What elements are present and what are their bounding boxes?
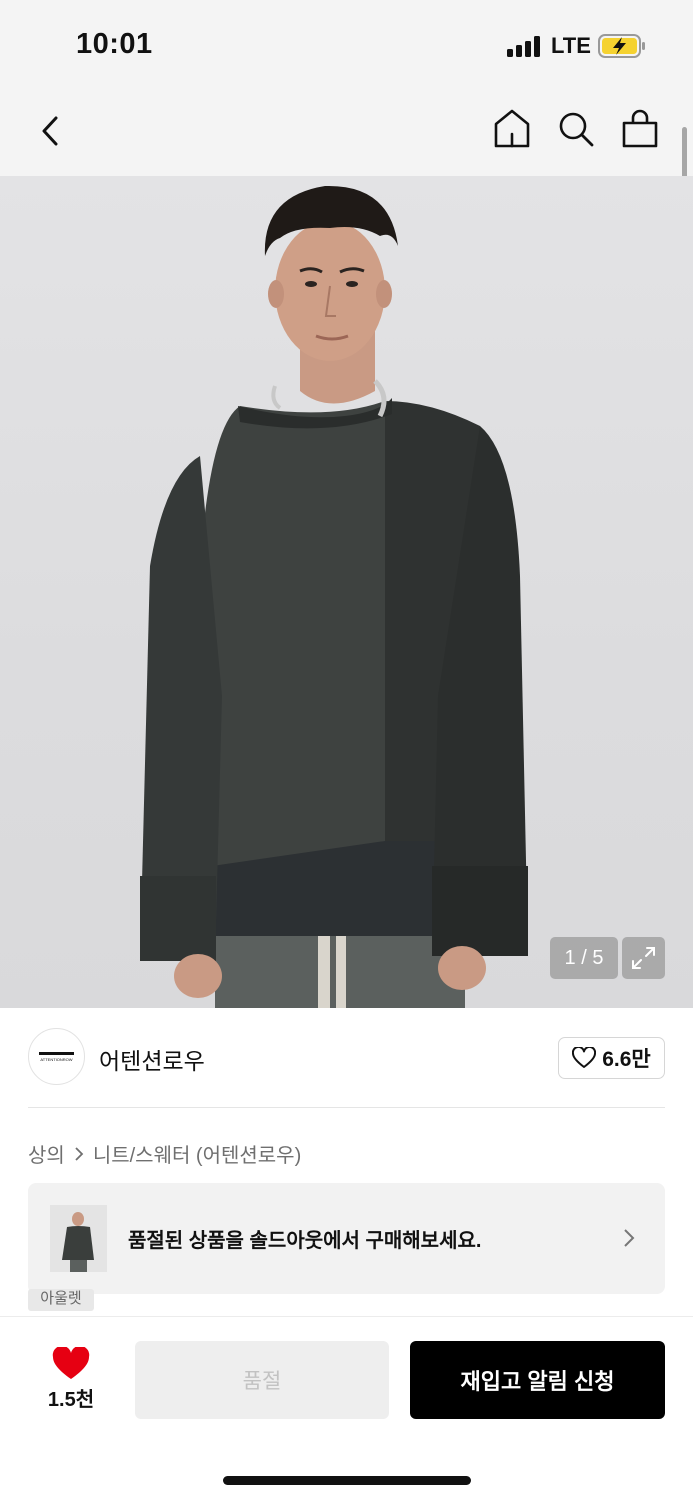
network-label: LTE — [551, 33, 591, 58]
breadcrumb-subcategory[interactable]: 니트/스웨터 (어텐션로우) — [93, 1139, 301, 1168]
chevron-right-icon — [621, 1226, 637, 1250]
image-counter: 1 / 5 — [550, 937, 618, 979]
banner-thumbnail — [50, 1205, 107, 1272]
bottom-action-bar: 1.5천 품절 재입고 알림 신청 — [0, 1316, 693, 1500]
heart-outline-icon — [572, 1047, 597, 1068]
brand-row[interactable]: ATTENTIONROW 어텐션로우 6.6만 — [28, 1028, 665, 1088]
breadcrumb-category[interactable]: 상의 — [28, 1139, 65, 1168]
shopping-bag-icon[interactable] — [620, 108, 660, 150]
outlet-tag: 아울렛 — [28, 1289, 94, 1311]
brand-logo[interactable]: ATTENTIONROW — [28, 1028, 85, 1085]
brand-like-count: 6.6만 — [602, 1048, 651, 1071]
soldout-banner[interactable]: 품절된 상품을 솔드아웃에서 구매해보세요. — [28, 1183, 665, 1294]
back-icon[interactable] — [34, 110, 68, 150]
brand-like-button[interactable]: 6.6만 — [558, 1037, 665, 1079]
status-bar: 10:01 LTE — [0, 0, 693, 92]
signal-icon — [507, 35, 541, 57]
svg-text:ATTENTIONROW: ATTENTIONROW — [40, 1057, 72, 1062]
divider — [28, 1107, 665, 1108]
expand-icon[interactable] — [622, 937, 665, 979]
breadcrumb: 상의 니트/스웨터 (어텐션로우) — [28, 1139, 301, 1168]
brand-name[interactable]: 어텐션로우 — [99, 1042, 205, 1076]
banner-text: 품절된 상품을 솔드아웃에서 구매해보세요. — [128, 1230, 482, 1252]
product-image[interactable] — [0, 176, 693, 1008]
chevron-right-icon — [75, 1146, 84, 1161]
home-indicator[interactable] — [223, 1476, 471, 1485]
wish-count: 1.5천 — [47, 1389, 95, 1411]
search-icon[interactable] — [556, 108, 596, 150]
home-icon[interactable] — [492, 108, 532, 150]
status-time: 10:01 — [76, 28, 153, 60]
nav-bar — [0, 92, 693, 176]
battery-icon — [598, 34, 646, 58]
heart-filled-icon[interactable] — [52, 1345, 90, 1381]
restock-alert-button[interactable]: 재입고 알림 신청 — [410, 1341, 665, 1419]
soldout-button[interactable]: 품절 — [135, 1341, 389, 1419]
